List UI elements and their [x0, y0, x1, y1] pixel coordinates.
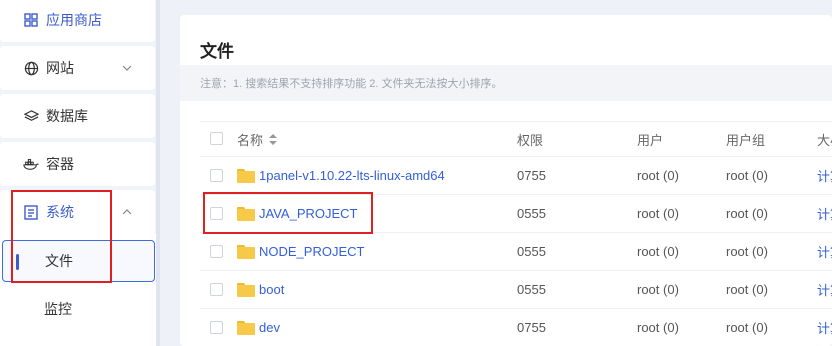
- group-cell[interactable]: root (0): [726, 195, 768, 232]
- globe-icon: [23, 60, 39, 76]
- file-name-cell[interactable]: boot: [237, 271, 284, 308]
- file-name-link[interactable]: 1panel-v1.10.22-lts-linux-amd64: [259, 168, 445, 183]
- calculate-size-link[interactable]: 计算: [817, 309, 832, 346]
- table-row[interactable]: boot 0555 root (0) root (0) 计算: [200, 271, 832, 309]
- sidebar-item-label: 网站: [46, 60, 74, 76]
- file-name-cell[interactable]: 1panel-v1.10.22-lts-linux-amd64: [237, 157, 445, 194]
- submenu-item-monitor[interactable]: 监控: [2, 288, 155, 330]
- table-row[interactable]: 1panel-v1.10.22-lts-linux-amd64 0755 roo…: [200, 157, 832, 195]
- user-cell[interactable]: root (0): [637, 271, 679, 308]
- sidebar-item-app-store[interactable]: 应用商店: [0, 0, 155, 42]
- user-cell[interactable]: root (0): [637, 309, 679, 346]
- column-header-group: 用户组: [726, 132, 766, 148]
- group-cell[interactable]: root (0): [726, 157, 768, 194]
- highlight-box-java-project: [203, 192, 373, 234]
- column-header-size: 大小: [817, 132, 832, 148]
- sidebar-item-container[interactable]: 容器: [0, 142, 155, 186]
- file-name-link[interactable]: dev: [259, 320, 280, 335]
- calculate-size-link[interactable]: 计算: [817, 271, 832, 308]
- user-cell[interactable]: root (0): [637, 195, 679, 232]
- permission-cell[interactable]: 0555: [517, 195, 546, 232]
- group-cell[interactable]: root (0): [726, 271, 768, 308]
- row-checkbox[interactable]: [210, 244, 223, 258]
- calculate-size-link[interactable]: 计算: [817, 195, 832, 232]
- folder-icon: [237, 282, 255, 297]
- select-all-checkbox[interactable]: [210, 132, 223, 145]
- highlight-box-sidebar: [11, 190, 112, 283]
- sidebar-item-label: 应用商店: [46, 12, 102, 28]
- submenu-item-label: 监控: [44, 301, 72, 317]
- chevron-up-icon[interactable]: [121, 206, 133, 218]
- page-title: 文件: [200, 42, 234, 61]
- docker-icon: [23, 156, 39, 172]
- column-header-user: 用户: [637, 132, 664, 148]
- database-layers-icon: [23, 108, 39, 124]
- table-row[interactable]: dev 0755 root (0) root (0) 计算: [200, 309, 832, 346]
- files-panel: 文件 注意：1. 搜索结果不支持排序功能 2. 文件夹无法按大小排序。 名称 权…: [180, 15, 832, 346]
- row-checkbox[interactable]: [210, 320, 223, 334]
- calculate-size-link[interactable]: 计算: [817, 157, 832, 194]
- group-cell[interactable]: root (0): [726, 233, 768, 270]
- permission-cell[interactable]: 0755: [517, 157, 546, 194]
- permission-cell[interactable]: 0555: [517, 271, 546, 308]
- column-header-permission: 权限: [517, 132, 544, 148]
- calculate-size-link[interactable]: 计算: [817, 233, 832, 270]
- sidebar: 应用商店 网站 数据库 容器 系统 文件 监控: [0, 0, 158, 346]
- sidebar-item-database[interactable]: 数据库: [0, 94, 155, 138]
- row-checkbox[interactable]: [210, 168, 223, 182]
- folder-icon: [237, 244, 255, 259]
- group-cell[interactable]: root (0): [726, 309, 768, 346]
- sidebar-item-website[interactable]: 网站: [0, 46, 155, 90]
- file-name-link[interactable]: NODE_PROJECT: [259, 244, 364, 259]
- permission-cell[interactable]: 0755: [517, 309, 546, 346]
- sidebar-item-label: 容器: [46, 156, 74, 172]
- sort-icon[interactable]: [269, 133, 278, 145]
- chevron-down-icon[interactable]: [121, 62, 133, 74]
- notice-banner: 注意：1. 搜索结果不支持排序功能 2. 文件夹无法按大小排序。: [180, 65, 832, 101]
- permission-cell[interactable]: 0555: [517, 233, 546, 270]
- folder-icon: [237, 168, 255, 183]
- file-name-cell[interactable]: NODE_PROJECT: [237, 233, 364, 270]
- column-header-name[interactable]: 名称: [237, 122, 278, 156]
- file-name-link[interactable]: boot: [259, 282, 284, 297]
- file-name-cell[interactable]: dev: [237, 309, 280, 346]
- sidebar-divider: [156, 0, 160, 346]
- folder-icon: [237, 320, 255, 335]
- table-header: 名称 权限 用户 用户组 大小: [200, 121, 832, 157]
- user-cell[interactable]: root (0): [637, 157, 679, 194]
- user-cell[interactable]: root (0): [637, 233, 679, 270]
- row-checkbox[interactable]: [210, 282, 223, 296]
- table-row[interactable]: NODE_PROJECT 0555 root (0) root (0) 计算: [200, 233, 832, 271]
- grid-icon: [23, 12, 39, 28]
- sidebar-item-label: 数据库: [46, 108, 88, 124]
- notice-text: 注意：1. 搜索结果不支持排序功能 2. 文件夹无法按大小排序。: [200, 78, 503, 90]
